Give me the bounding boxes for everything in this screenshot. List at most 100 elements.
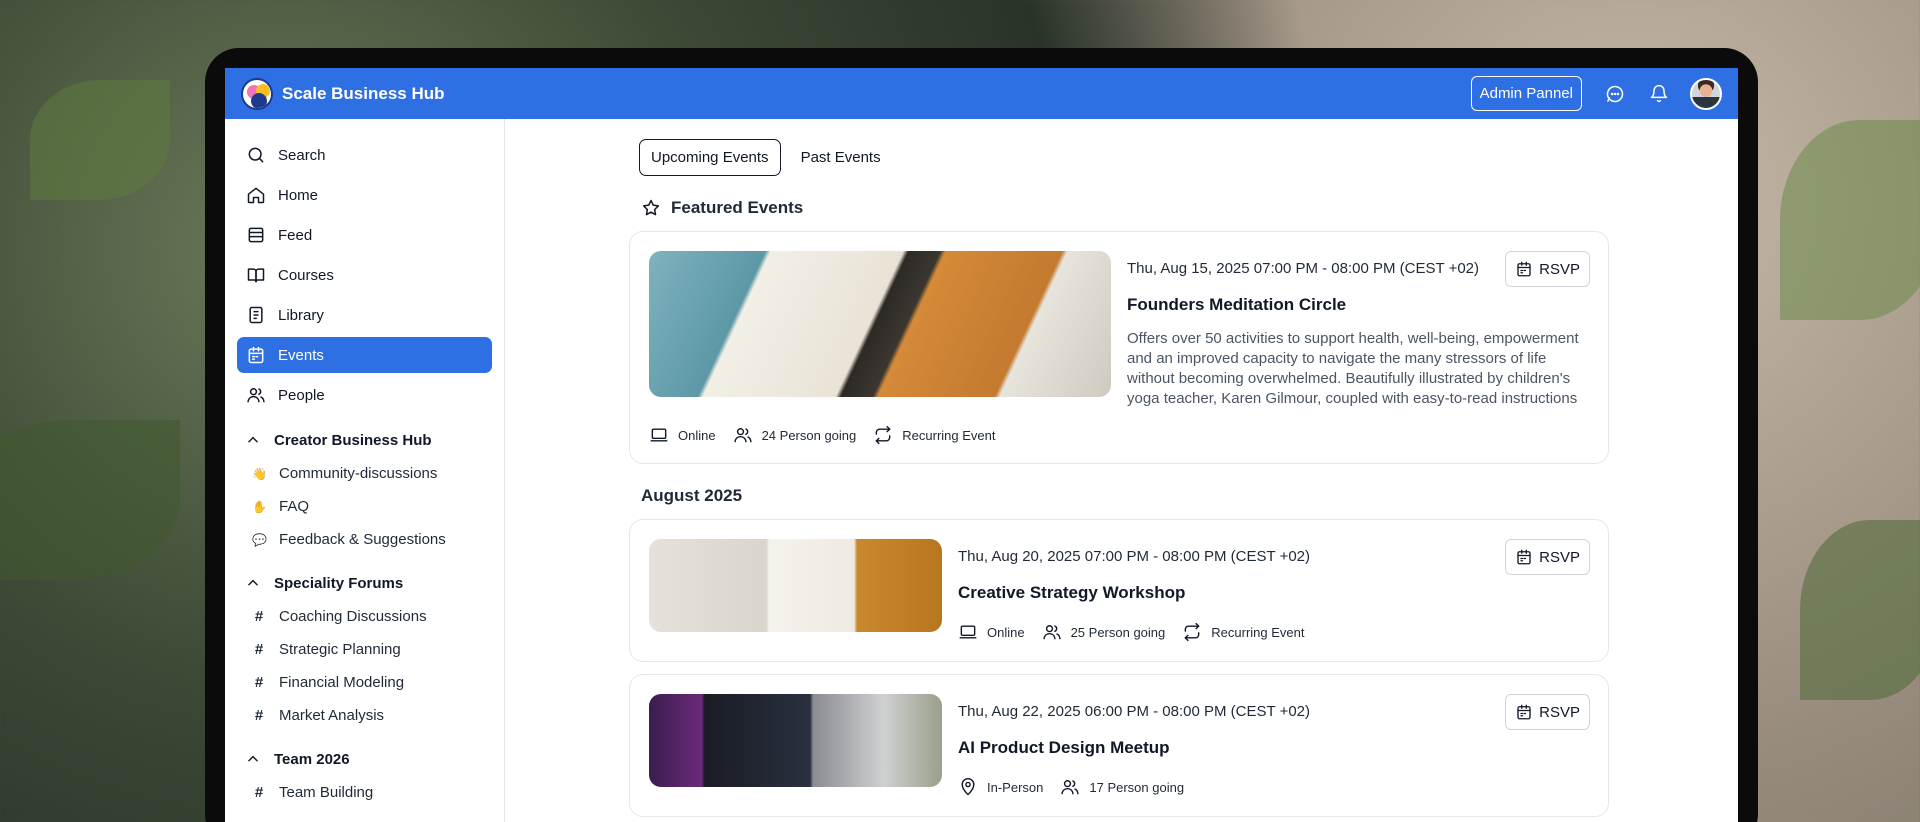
group-team-2026[interactable]: Team 2026 [237,742,492,776]
event-title[interactable]: Creative Strategy Workshop [958,583,1589,603]
sidebar-item-team-building[interactable]: # Team Building [237,776,492,809]
hash-icon: # [254,674,264,691]
people-icon [1061,780,1079,795]
recurring-text: Recurring Event [1211,624,1305,640]
sidebar-item-label: Feedback & Suggestions [279,531,446,548]
event-date: Thu, Aug 22, 2025 06:00 PM - 08:00 PM (C… [958,703,1311,720]
raised-hand-icon: ✋ [252,499,267,514]
repeat-icon [1184,622,1200,642]
recurring-text: Recurring Event [902,427,996,443]
sidebar-item-home[interactable]: Home [237,177,492,213]
sidebar: Search Home Feed Courses Library Events [225,119,505,822]
attendee-count: 25 Person going [1042,622,1166,642]
group-title: Team 2026 [274,750,350,768]
sidebar-item-label: Strategic Planning [279,641,401,658]
chat-icon[interactable] [1604,83,1626,105]
chevron-up-icon [248,579,258,586]
rsvp-label: RSVP [1539,260,1580,278]
calendar-icon [1517,261,1531,277]
location-tag: Online [649,425,716,445]
rsvp-label: RSVP [1539,703,1580,721]
event-description: Offers over 50 activities to support hea… [1127,330,1579,407]
people-icon [733,428,752,443]
sidebar-item-label: Library [278,306,324,324]
group-title: Creator Business Hub [274,431,432,449]
sidebar-item-label: Search [278,146,326,164]
app-window: Scale Business Hub Admin Pannel Search H… [225,68,1738,822]
rsvp-button[interactable]: RSVP [1505,539,1590,575]
sidebar-item-feed[interactable]: Feed [237,217,492,253]
sidebar-item-courses[interactable]: Courses [237,257,492,293]
rsvp-label: RSVP [1539,548,1580,566]
sidebar-item-coaching-discussions[interactable]: # Coaching Discussions [237,600,492,633]
rsvp-button[interactable]: RSVP [1505,694,1590,730]
event-title[interactable]: AI Product Design Meetup [958,738,1589,758]
book-icon [247,268,265,283]
featured-heading: Featured Events [641,198,1738,218]
event-thumbnail[interactable] [649,251,1111,397]
brand-name[interactable]: Scale Business Hub [282,84,445,104]
event-card[interactable]: Thu, Aug 22, 2025 06:00 PM - 08:00 PM (C… [629,674,1609,817]
admin-panel-button[interactable]: Admin Pannel [1470,76,1582,111]
group-creator-business-hub[interactable]: Creator Business Hub [237,423,492,457]
sidebar-item-events[interactable]: Events [237,337,492,373]
feed-icon [248,227,264,243]
featured-heading-text: Featured Events [671,198,804,217]
sidebar-item-label: Team Building [279,784,374,801]
event-card[interactable]: Thu, Aug 20, 2025 07:00 PM - 08:00 PM (C… [629,519,1609,662]
location-text: Online [678,427,716,443]
sidebar-item-label: Events [278,346,324,364]
sidebar-item-community-discussions[interactable]: 👋 Community-discussions [237,457,492,490]
hash-icon: # [254,608,264,625]
attendee-text: 24 Person going [761,427,857,443]
bell-icon[interactable] [1648,83,1670,105]
background-leaf [1800,520,1920,700]
rsvp-button[interactable]: RSVP [1505,251,1590,287]
recurring-tag: Recurring Event [1182,622,1304,642]
background-leaf [30,80,170,200]
event-meta: Online 25 Person going Recurring Event [958,622,1589,642]
hash-icon: # [254,784,264,801]
sidebar-item-strategic-planning[interactable]: # Strategic Planning [237,633,492,666]
group-speciality-forums[interactable]: Speciality Forums [237,566,492,600]
hash-icon: # [254,641,264,658]
tab-upcoming-events[interactable]: Upcoming Events [639,139,781,176]
event-tabs: Upcoming Events Past Events [639,139,1738,176]
home-icon [247,187,265,204]
sidebar-item-people[interactable]: People [237,377,492,413]
attendee-text: 25 Person going [1070,624,1166,640]
chevron-up-icon [248,436,258,443]
sidebar-item-feedback[interactable]: 💬 Feedback & Suggestions [237,523,492,556]
event-title[interactable]: Founders Meditation Circle [1127,295,1589,315]
hash-icon: # [254,707,264,724]
laptop-icon [959,625,977,639]
sidebar-item-label: Feed [278,226,313,244]
featured-event-card[interactable]: Thu, Aug 15, 2025 07:00 PM - 08:00 PM (C… [629,231,1609,464]
event-thumbnail[interactable] [649,694,942,787]
events-main: Upcoming Events Past Events Featured Eve… [505,119,1738,822]
user-avatar[interactable] [1690,77,1722,110]
attendee-count: 24 Person going [733,425,857,445]
speech-bubble-icon: 💬 [252,532,267,547]
brand-logo[interactable] [241,77,273,110]
sidebar-item-market-analysis[interactable]: # Market Analysis [237,699,492,732]
sidebar-item-search[interactable]: Search [237,137,492,173]
calendar-icon [1517,704,1531,720]
background-leaf [0,420,180,580]
tab-past-events[interactable]: Past Events [789,139,893,176]
sidebar-item-faq[interactable]: ✋ FAQ [237,490,492,523]
sidebar-item-label: FAQ [279,498,310,515]
sidebar-item-label: Financial Modeling [279,674,405,691]
attendee-text: 17 Person going [1089,779,1185,795]
attendee-count: 17 Person going [1060,777,1184,797]
recurring-tag: Recurring Event [873,425,995,445]
event-thumbnail[interactable] [649,539,942,632]
sidebar-item-label: Courses [278,266,334,284]
top-bar: Scale Business Hub Admin Pannel [225,68,1738,119]
sidebar-item-library[interactable]: Library [237,297,492,333]
location-tag: In-Person [958,777,1043,797]
calendar-icon [248,346,264,364]
chevron-up-icon [248,755,258,762]
event-meta: In-Person 17 Person going [958,777,1589,797]
sidebar-item-financial-modeling[interactable]: # Financial Modeling [237,666,492,699]
